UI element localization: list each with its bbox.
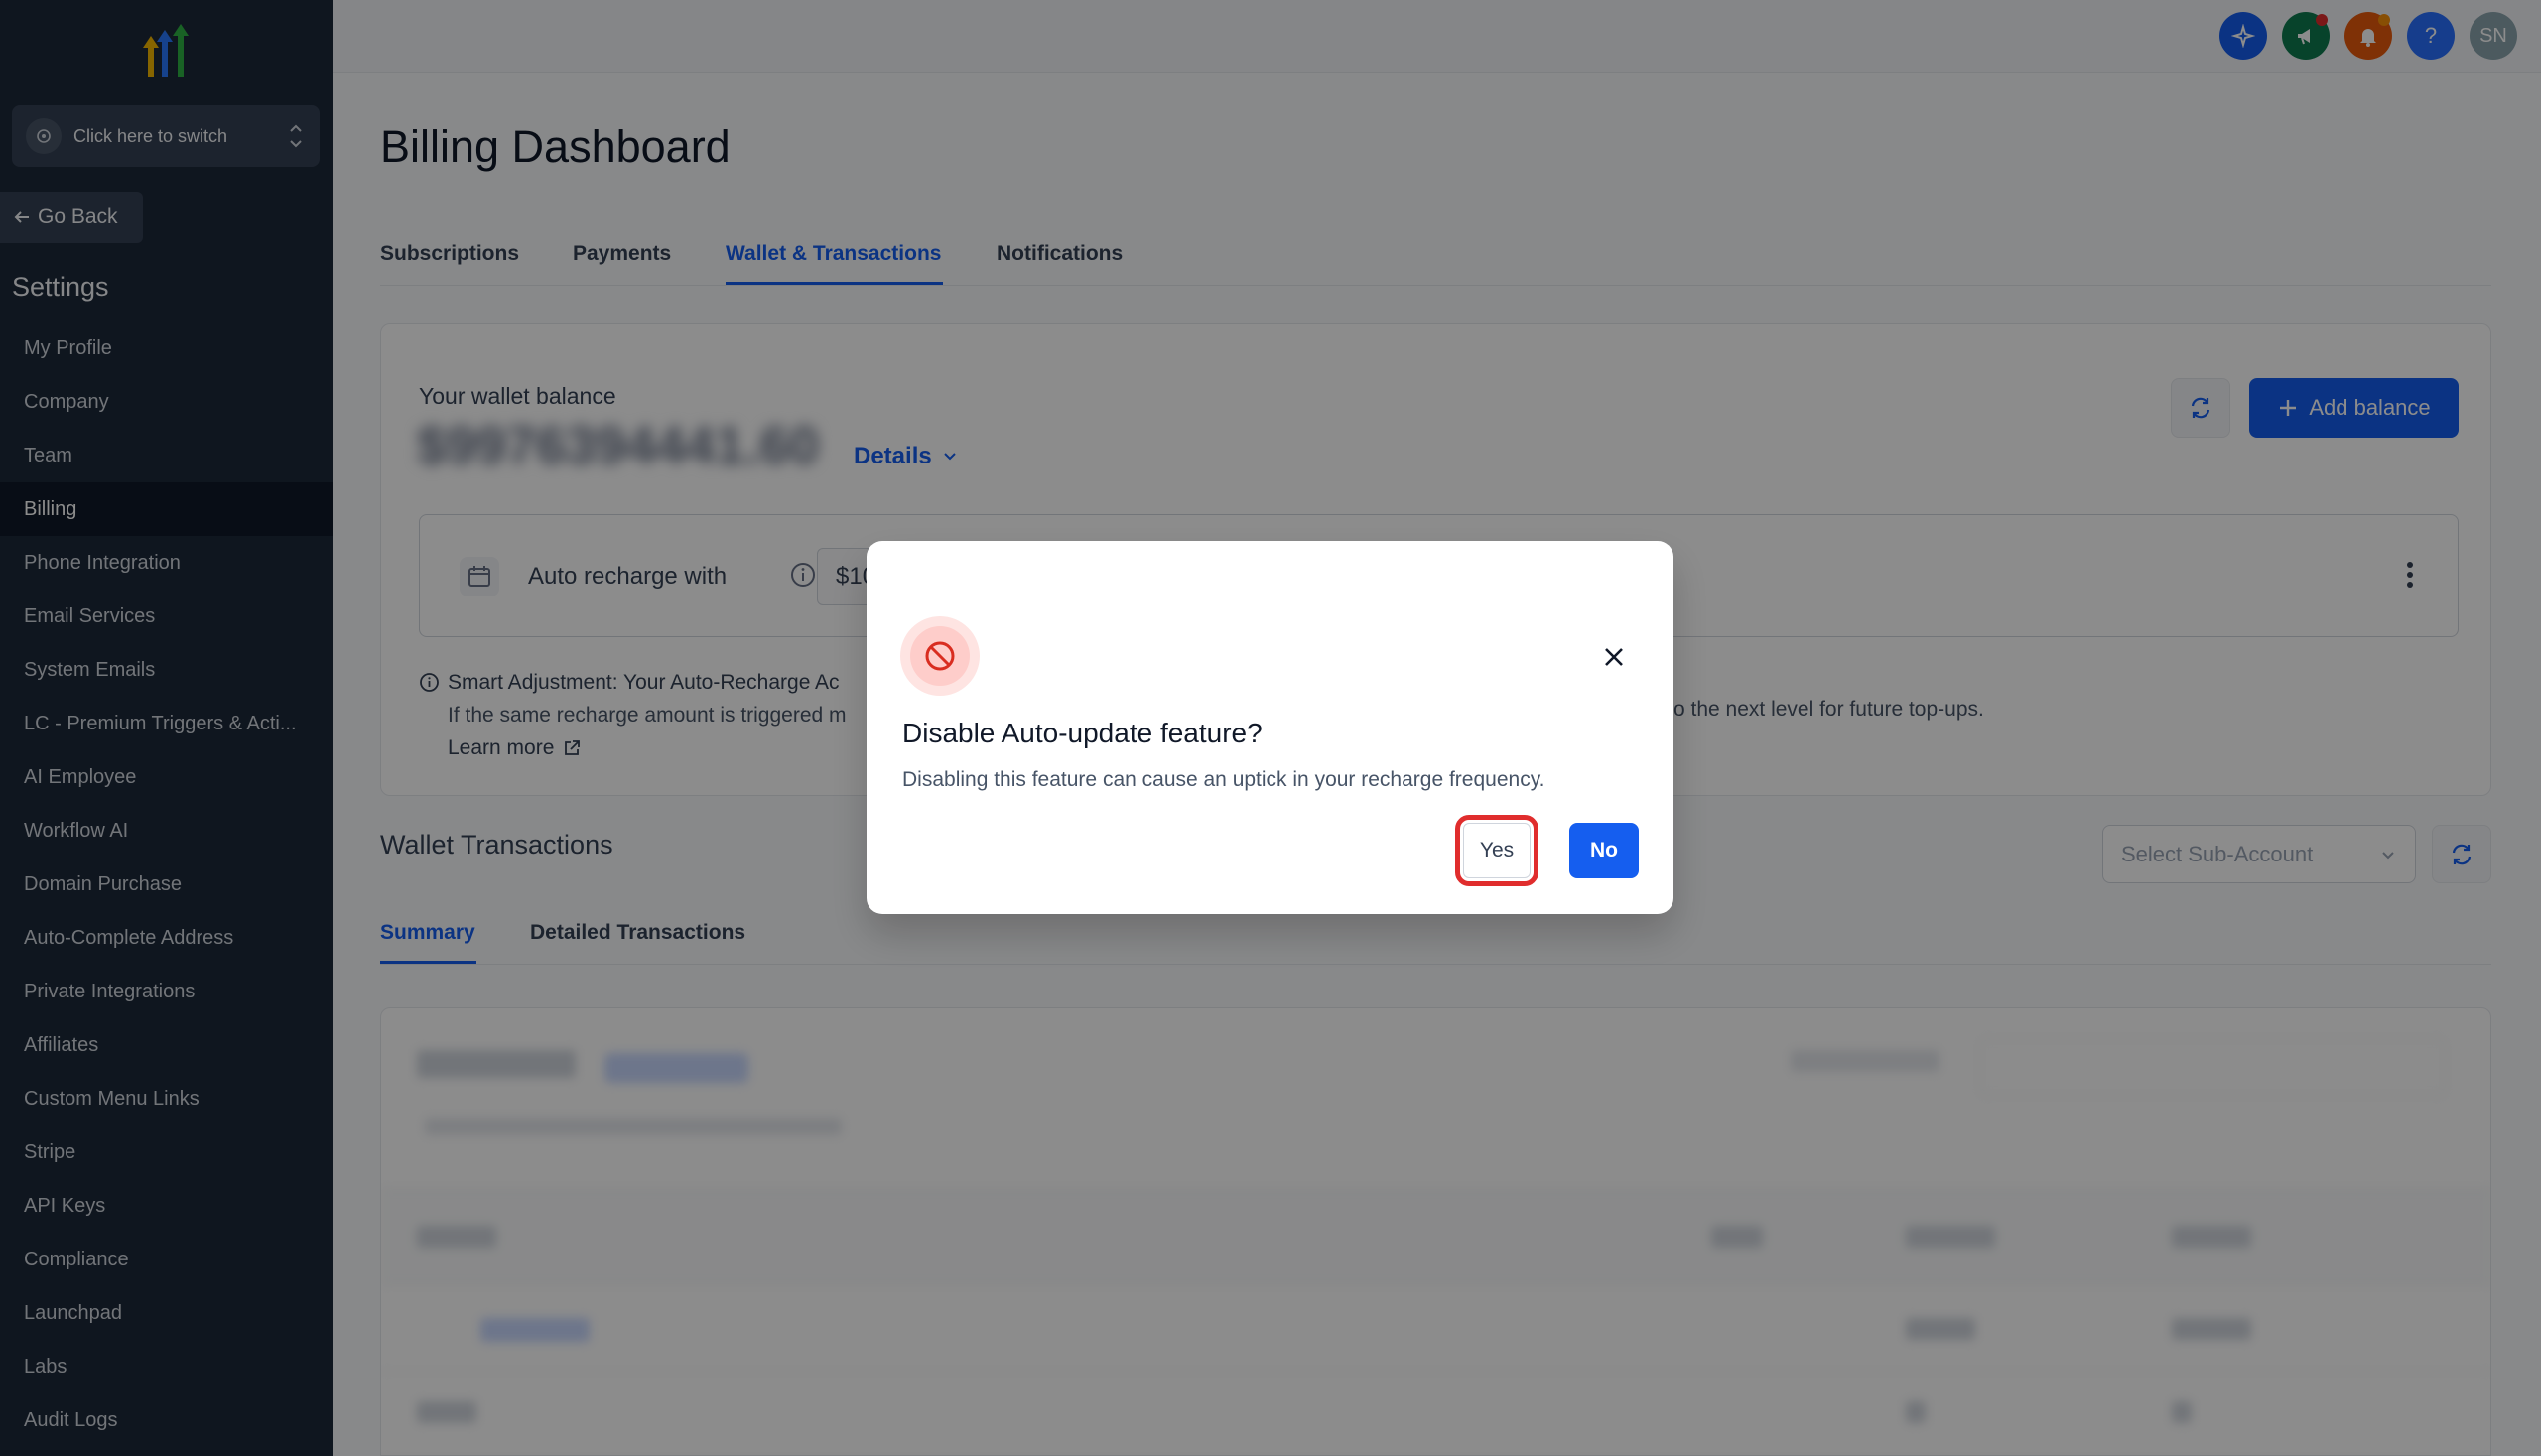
disable-auto-update-dialog: Disable Auto-update feature? Disabling t…	[867, 541, 1673, 914]
dialog-title: Disable Auto-update feature?	[902, 718, 1263, 748]
dialog-description: Disabling this feature can cause an upti…	[902, 768, 1545, 791]
no-button[interactable]: No	[1569, 823, 1639, 878]
yes-button[interactable]: Yes	[1455, 815, 1538, 886]
close-icon[interactable]	[1599, 642, 1629, 672]
ban-icon	[900, 616, 980, 696]
